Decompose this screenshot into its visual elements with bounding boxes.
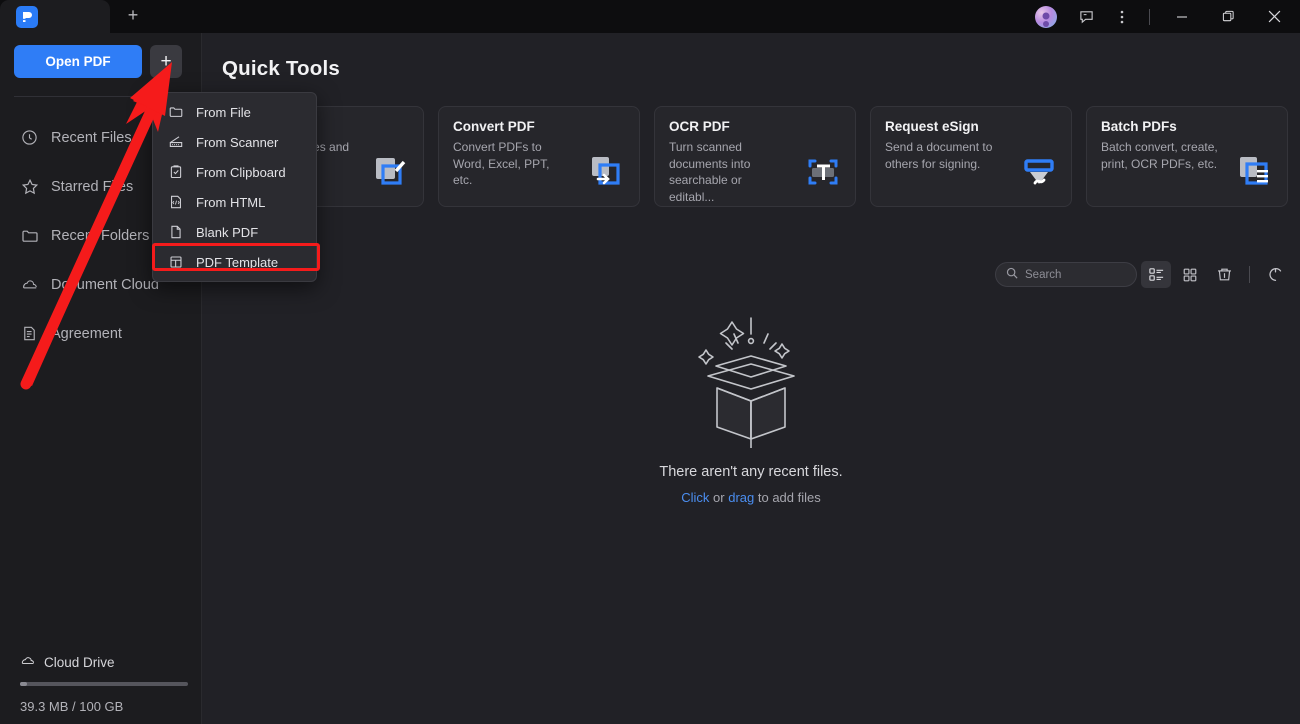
menu-item-from-html[interactable]: From HTML: [153, 187, 316, 217]
folder-icon: [167, 104, 184, 121]
folder-icon: [20, 226, 39, 245]
toolbar-divider: [1249, 266, 1250, 283]
menu-item-pdf-template[interactable]: PDF Template: [153, 247, 316, 277]
batch-pdfs-icon: [1233, 150, 1277, 194]
pdfelement-logo-icon: [16, 5, 38, 28]
card-title: Batch PDFs: [1101, 119, 1177, 134]
code-file-icon: [167, 194, 184, 211]
recent-files-toolbar: [995, 261, 1290, 288]
quick-tool-card-request-esign[interactable]: Request eSign Send a document to others …: [870, 106, 1072, 207]
maximize-restore-button[interactable]: [1206, 0, 1250, 33]
search-input[interactable]: [1025, 268, 1125, 281]
page-title: Quick Tools: [222, 57, 341, 80]
edit-pdf-icon: [369, 150, 413, 194]
esign-icon: [1017, 150, 1061, 194]
blank-page-icon: [167, 224, 184, 241]
storage-meter: [20, 682, 188, 686]
card-description: Send a document to others for signing.: [885, 140, 993, 171]
menu-item-blank-pdf[interactable]: Blank PDF: [153, 217, 316, 247]
card-description: Turn scanned documents into searchable o…: [669, 140, 751, 204]
open-pdf-button[interactable]: Open PDF: [14, 45, 142, 78]
empty-sub-suffix: to add files: [754, 490, 821, 505]
menu-item-from-file[interactable]: From File: [153, 97, 316, 127]
card-title: Request eSign: [885, 119, 979, 134]
sidebar-item-label: Document Cloud: [51, 276, 159, 293]
minimize-button[interactable]: [1160, 0, 1204, 33]
drag-to-add-link[interactable]: drag: [728, 490, 754, 505]
click-to-add-link[interactable]: Click: [681, 490, 709, 505]
sidebar-footer: Cloud Drive 39.3 MB / 100 GB: [0, 654, 202, 724]
create-pdf-dropdown-menu: From File From Scanner From Clipboard Fr…: [152, 92, 317, 282]
app-window: + Open PDF + Recent Files Starred Files …: [0, 0, 1300, 724]
clear-recent-trash-button[interactable]: [1209, 261, 1239, 288]
sidebar-item-label: Starred Files: [51, 178, 134, 195]
quick-tools-cards: Edit PDF Edit texts, pages and images Co…: [222, 106, 1288, 207]
convert-pdf-icon: [585, 150, 629, 194]
menu-item-label: From HTML: [196, 194, 266, 210]
feedback-icon[interactable]: [1069, 0, 1103, 33]
card-description: Batch convert, create, print, OCR PDFs, …: [1101, 140, 1218, 171]
menu-item-label: From File: [196, 104, 251, 120]
star-icon: [20, 177, 39, 196]
quick-tool-card-convert-pdf[interactable]: Convert PDF Convert PDFs to Word, Excel,…: [438, 106, 640, 207]
empty-state: There aren't any recent files. Click or …: [202, 308, 1300, 505]
menu-item-label: From Scanner: [196, 134, 279, 150]
main-content: Quick Tools ··· Edit PDF Edit texts, pag…: [202, 33, 1300, 724]
search-box[interactable]: [995, 262, 1137, 287]
recent-clock-icon: [20, 128, 39, 147]
menu-item-label: PDF Template: [196, 254, 279, 270]
ocr-pdf-icon: [801, 150, 845, 194]
card-title: OCR PDF: [669, 119, 730, 134]
titlebar-divider: [1149, 8, 1150, 25]
list-view-button[interactable]: [1141, 261, 1171, 288]
sidebar-item-agreement[interactable]: Agreement: [0, 309, 201, 358]
new-tab-button[interactable]: +: [110, 0, 156, 33]
empty-sub-mid: or: [709, 490, 729, 505]
sidebar-item-label: Recent Folders: [51, 227, 150, 244]
sidebar-item-label: Agreement: [51, 325, 122, 342]
sidebar-actions: Open PDF +: [0, 33, 201, 78]
search-icon: [1006, 266, 1018, 284]
grid-view-button[interactable]: [1175, 261, 1205, 288]
refresh-button[interactable]: [1260, 261, 1290, 288]
quick-tool-card-ocr-pdf[interactable]: OCR PDF Turn scanned documents into sear…: [654, 106, 856, 207]
scanner-icon: [167, 134, 184, 151]
empty-state-subtitle: Click or drag to add files: [202, 490, 1300, 505]
create-pdf-add-button[interactable]: +: [150, 45, 182, 78]
card-description: Convert PDFs to Word, Excel, PPT, etc.: [453, 140, 550, 187]
close-button[interactable]: [1252, 0, 1296, 33]
cloud-drive-label: Cloud Drive: [44, 654, 115, 670]
more-vertical-icon[interactable]: [1105, 0, 1139, 33]
browser-tab-active[interactable]: [0, 0, 110, 33]
cloud-icon: [20, 654, 36, 670]
card-title: Convert PDF: [453, 119, 535, 134]
menu-item-label: From Clipboard: [196, 164, 286, 180]
user-avatar[interactable]: [1035, 5, 1057, 28]
template-layout-icon: [167, 254, 184, 271]
quick-tool-card-batch-pdfs[interactable]: Batch PDFs Batch convert, create, print,…: [1086, 106, 1288, 207]
open-box-empty-icon: [202, 308, 1300, 448]
menu-item-from-scanner[interactable]: From Scanner: [153, 127, 316, 157]
menu-item-from-clipboard[interactable]: From Clipboard: [153, 157, 316, 187]
cloud-icon: [20, 275, 39, 294]
title-bar: +: [0, 0, 1300, 33]
clipboard-check-icon: [167, 164, 184, 181]
agreement-doc-icon: [20, 324, 39, 343]
menu-item-label: Blank PDF: [196, 224, 259, 240]
cloud-drive-row[interactable]: Cloud Drive: [20, 654, 188, 670]
storage-usage-text: 39.3 MB / 100 GB: [20, 699, 124, 714]
sidebar-item-label: Recent Files: [51, 129, 132, 146]
titlebar-right-controls: [1035, 0, 1300, 33]
empty-state-title: There aren't any recent files.: [659, 464, 843, 480]
